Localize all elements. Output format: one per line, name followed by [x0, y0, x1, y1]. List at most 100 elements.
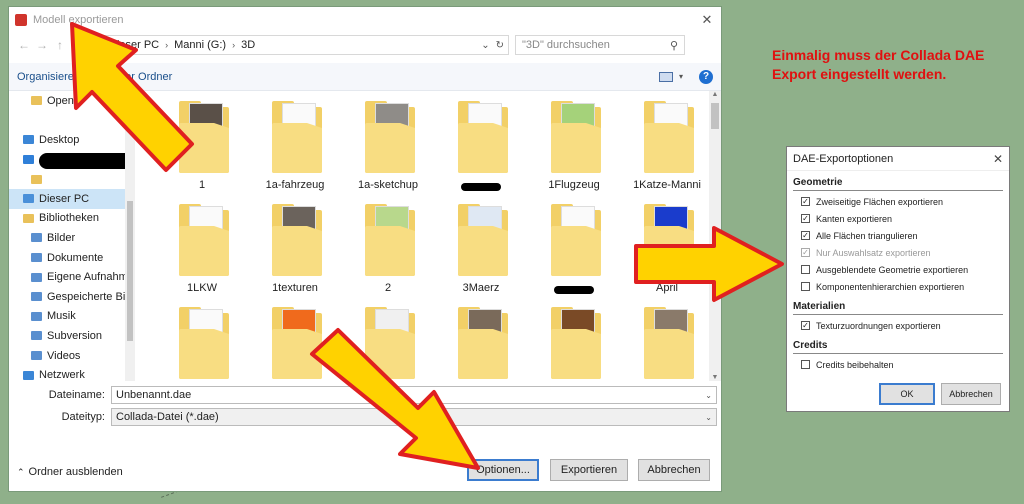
- folder-name: 1Flugzeug: [548, 179, 600, 191]
- redacted-folder-name: [461, 183, 501, 191]
- folder-icon: [551, 307, 601, 379]
- close-icon[interactable]: ✕: [987, 152, 1009, 166]
- dae-title-bar[interactable]: DAE-Exportoptionen ✕: [787, 147, 1009, 171]
- location-icon: [31, 174, 42, 184]
- location-icon: [23, 213, 34, 223]
- folder-item[interactable]: [436, 101, 526, 197]
- help-icon[interactable]: ?: [699, 69, 713, 84]
- option-label: Texturzuordnungen exportieren: [816, 320, 941, 331]
- sidebar-item[interactable]: Subversion: [9, 326, 135, 346]
- option-label: Nur Auswahlsatz exportieren: [816, 247, 931, 258]
- folder-name: 1a-fahrzeug: [265, 179, 325, 191]
- chevron-down-icon[interactable]: ▾: [679, 72, 683, 81]
- ok-button[interactable]: OK: [879, 383, 935, 405]
- scroll-up-icon[interactable]: ▲: [709, 91, 721, 98]
- sidebar-item[interactable]: Dieser PC: [9, 188, 135, 209]
- forward-arrow-icon[interactable]: →: [33, 38, 51, 52]
- section-heading: Credits: [793, 340, 828, 351]
- checkbox-checked: ✓: [801, 248, 810, 257]
- sidebar-item[interactable]: Bibliotheken: [9, 209, 135, 229]
- location-icon: [23, 194, 34, 204]
- folder-item[interactable]: [622, 307, 712, 381]
- folder-item[interactable]: 1LKW: [157, 204, 247, 300]
- checkbox-checked[interactable]: ✓: [801, 197, 810, 206]
- back-arrow-icon[interactable]: ←: [15, 38, 33, 52]
- cancel-button[interactable]: Abbrechen: [638, 459, 710, 481]
- sidebar-item[interactable]: Dokumente: [9, 248, 135, 268]
- folder-item[interactable]: 1texturen: [250, 204, 340, 300]
- option-label: Ausgeblendete Geometrie exportieren: [816, 264, 969, 275]
- folder-item[interactable]: 1a-fahrzeug: [250, 101, 340, 197]
- folder-item[interactable]: 1a-sketchup: [343, 101, 433, 197]
- folder-item[interactable]: [157, 307, 247, 381]
- sidebar-item[interactable]: Musik: [9, 307, 135, 327]
- checkbox-checked[interactable]: ✓: [801, 214, 810, 223]
- checkbox-unchecked[interactable]: [801, 265, 810, 274]
- option-checkbox[interactable]: Komponentenhierarchien exportieren: [801, 278, 1009, 295]
- sidebar-item-label: Dieser PC: [39, 192, 90, 205]
- view-mode-icon[interactable]: [658, 71, 673, 82]
- checkbox-unchecked[interactable]: [801, 282, 810, 291]
- chevron-down-icon[interactable]: ⌄: [481, 40, 489, 51]
- breadcrumb-item[interactable]: 3D: [241, 39, 255, 51]
- folder-item[interactable]: 2: [343, 204, 433, 300]
- option-checkbox[interactable]: Ausgeblendete Geometrie exportieren: [801, 261, 1009, 278]
- option-checkbox[interactable]: Credits beibehalten: [801, 356, 1009, 373]
- location-icon: [31, 272, 42, 282]
- folder-icon: [365, 101, 415, 173]
- sidebar-item-label: Gespeicherte Bi: [47, 290, 126, 303]
- sidebar-item[interactable]: Videos: [9, 346, 135, 366]
- redacted-folder-name: [554, 286, 594, 294]
- option-checkbox[interactable]: ✓ Zweiseitige Flächen exportieren: [801, 193, 1009, 210]
- section-divider: [793, 353, 1003, 354]
- folder-icon: [551, 101, 601, 173]
- checkbox-checked[interactable]: ✓: [801, 321, 810, 330]
- filename-label: Dateiname:: [48, 389, 105, 401]
- hide-folders-toggle[interactable]: ⌃ Ordner ausblenden: [17, 466, 123, 478]
- scrollbar-thumb[interactable]: [711, 103, 719, 129]
- folder-icon: [179, 204, 229, 276]
- export-button[interactable]: Exportieren: [550, 459, 628, 481]
- folder-item[interactable]: 1Katze-Manni: [622, 101, 712, 197]
- sidebar-item-label: Bibliotheken: [39, 212, 99, 225]
- sidebar-item-label: Subversion: [47, 329, 103, 342]
- option-label: Kanten exportieren: [816, 213, 893, 224]
- option-label: Credits beibehalten: [816, 359, 894, 370]
- checkbox-unchecked[interactable]: [801, 360, 810, 369]
- sidebar-item[interactable]: Netzwerk: [9, 365, 135, 381]
- folder-name: 1LKW: [187, 282, 217, 294]
- sidebar-item-label: Dokumente: [47, 251, 104, 264]
- folder-icon: [458, 204, 508, 276]
- folder-name: 3Maerz: [462, 282, 500, 294]
- folder-icon: [644, 307, 694, 379]
- folder-item[interactable]: 1Flugzeug: [529, 101, 619, 197]
- option-checkbox[interactable]: ✓ Texturzuordnungen exportieren: [801, 317, 1009, 334]
- option-checkbox[interactable]: ✓ Kanten exportieren: [801, 210, 1009, 227]
- option-checkbox: ✓ Nur Auswahlsatz exportieren: [801, 244, 1009, 261]
- location-icon: [23, 135, 34, 145]
- dae-cancel-button[interactable]: Abbrechen: [941, 383, 1001, 405]
- search-input[interactable]: "3D" durchsuchen ⚲: [515, 35, 685, 55]
- section-heading: Geometrie: [793, 177, 843, 188]
- folder-item[interactable]: 3Maerz: [436, 204, 526, 300]
- chevron-down-icon[interactable]: ⌄: [705, 391, 712, 400]
- folder-item[interactable]: [529, 204, 619, 300]
- folder-icon: [551, 204, 601, 276]
- option-checkbox[interactable]: ✓ Alle Flächen triangulieren: [801, 227, 1009, 244]
- arrow-to-dae-dialog: [634, 226, 784, 302]
- option-label: Zweiseitige Flächen exportieren: [816, 196, 944, 207]
- sidebar-item[interactable]: Eigene Aufnahm: [9, 267, 135, 287]
- close-icon[interactable]: ✕: [693, 12, 721, 28]
- folder-name: 2: [384, 282, 392, 294]
- option-label: Alle Flächen triangulieren: [816, 230, 918, 241]
- checkbox-checked[interactable]: ✓: [801, 231, 810, 240]
- search-icon[interactable]: ⚲: [670, 39, 678, 52]
- sidebar-item[interactable]: Gespeicherte Bi: [9, 287, 135, 307]
- folder-name: 1Katze-Manni: [633, 179, 701, 191]
- scrollbar-thumb[interactable]: [127, 201, 133, 341]
- folder-item[interactable]: [529, 307, 619, 381]
- arrow-to-title: [70, 22, 194, 172]
- sidebar-item[interactable]: Bilder: [9, 228, 135, 248]
- refresh-icon[interactable]: ↻: [496, 40, 504, 51]
- chevron-down-icon[interactable]: ⌄: [705, 413, 712, 422]
